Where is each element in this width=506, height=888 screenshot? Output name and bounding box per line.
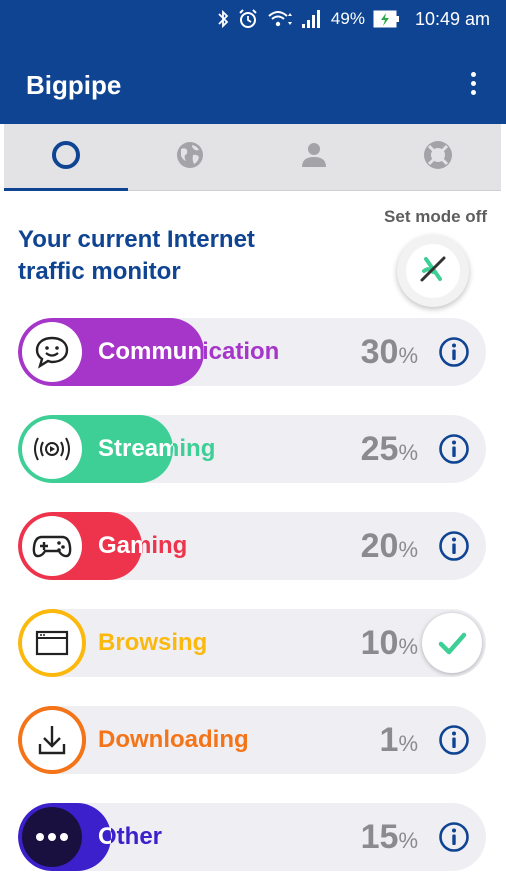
info-icon (438, 530, 470, 562)
percent-symbol: % (398, 537, 418, 562)
percent-value: 25 (360, 430, 399, 468)
category-row-downloading[interactable]: DownloadingDownloading1% (18, 706, 486, 774)
app-bar: Bigpipe (0, 38, 506, 124)
chat-bubble-icon (33, 333, 71, 371)
category-percent: 1% (380, 706, 418, 774)
info-button[interactable] (438, 530, 470, 562)
category-label: Downloading (98, 726, 249, 753)
percent-symbol: % (398, 731, 418, 756)
percent-value: 30 (360, 333, 399, 371)
category-percent: 30% (361, 318, 418, 386)
battery-charging-icon (373, 9, 401, 29)
info-icon (438, 724, 470, 756)
signal-icon (301, 9, 323, 29)
percent-symbol: % (398, 634, 418, 659)
category-row-gaming[interactable]: GamingGaming20% (18, 512, 486, 580)
category-label-highlight: Communication (98, 338, 204, 365)
category-icon-badge (22, 807, 82, 867)
category-icon-badge (22, 322, 82, 382)
category-percent: 15% (361, 803, 418, 871)
category-percent: 25% (361, 415, 418, 483)
selected-check-button[interactable] (422, 613, 482, 673)
percent-symbol: % (398, 343, 418, 368)
info-icon (438, 821, 470, 853)
category-label-highlight: Streaming (98, 435, 173, 462)
browser-window-icon (34, 628, 70, 658)
tab-bar (4, 124, 501, 192)
tab-help[interactable] (376, 124, 500, 191)
alarm-icon (237, 8, 259, 30)
app-title: Bigpipe (26, 70, 122, 100)
set-mode-off-button[interactable] (397, 235, 469, 307)
info-button[interactable] (438, 336, 470, 368)
mode-off-icon (415, 251, 451, 292)
category-label-highlight: Gaming (98, 532, 142, 559)
category-row-browsing[interactable]: BrowsingBrowsing10% (18, 609, 486, 677)
bluetooth-icon (217, 9, 229, 29)
category-icon-badge (22, 516, 82, 576)
tab-monitor[interactable] (4, 124, 128, 192)
category-label: Browsing (98, 629, 208, 656)
status-bar: 49% 10:49 am (0, 0, 506, 38)
percent-value: 10 (360, 624, 399, 662)
overflow-menu-icon[interactable] (468, 72, 478, 98)
category-row-streaming[interactable]: StreamingStreaming25% (18, 415, 486, 483)
percent-symbol: % (398, 828, 418, 853)
category-icon-badge (22, 710, 82, 770)
check-icon (436, 627, 468, 659)
category-icon-badge (22, 613, 82, 673)
category-icon-badge (22, 419, 82, 479)
info-button[interactable] (438, 821, 470, 853)
page-title: Your current Internet traffic monitor (18, 226, 255, 285)
lifebuoy-icon (421, 138, 455, 177)
info-button[interactable] (438, 433, 470, 465)
download-icon (34, 722, 70, 758)
globe-icon (175, 140, 205, 175)
category-row-communication[interactable]: CommunicationCommunication30% (18, 318, 486, 386)
info-icon (438, 336, 470, 368)
broadcast-icon (32, 434, 72, 464)
circle-icon (49, 138, 83, 177)
person-icon (299, 140, 329, 175)
mode-label: Set mode off (384, 207, 487, 226)
gamepad-icon (32, 531, 72, 561)
traffic-monitor-panel: Your current Internet traffic monitor Se… (4, 191, 501, 888)
battery-percent: 49% (330, 9, 365, 28)
more-dots-icon (32, 831, 72, 843)
percent-value: 15 (360, 818, 399, 856)
percent-symbol: % (398, 440, 418, 465)
tab-globe[interactable] (128, 124, 252, 191)
percent-value: 20 (360, 527, 399, 565)
info-button[interactable] (438, 724, 470, 756)
clock: 10:49 am (414, 8, 490, 29)
category-label-highlight: Other (98, 823, 111, 850)
category-percent: 20% (361, 512, 418, 580)
info-icon (438, 433, 470, 465)
wifi-icon (267, 9, 293, 29)
category-row-other[interactable]: OtherOther15% (18, 803, 486, 871)
percent-value: 1 (379, 721, 399, 759)
tab-account[interactable] (252, 124, 376, 191)
category-percent: 10% (361, 609, 418, 677)
